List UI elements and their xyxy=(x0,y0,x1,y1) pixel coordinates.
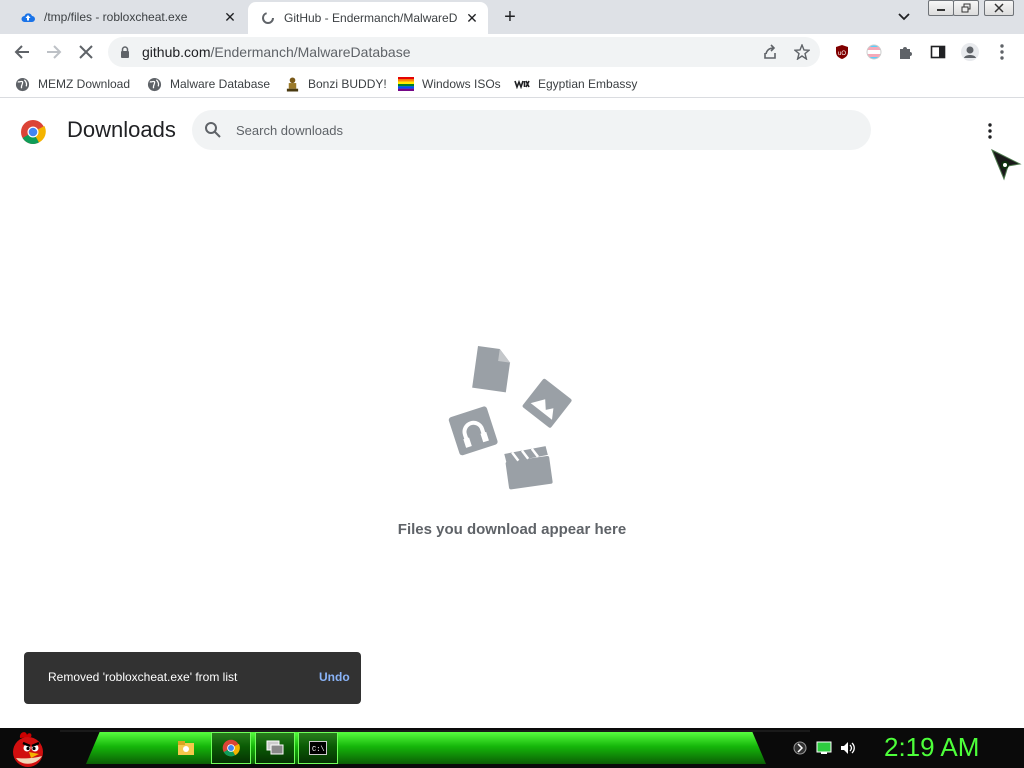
bookmark-label: Egyptian Embassy xyxy=(538,77,638,91)
more-actions-icon[interactable] xyxy=(978,119,1002,143)
document-icon xyxy=(472,346,510,393)
angry-bird-start-icon[interactable] xyxy=(6,728,46,768)
bookmarks-bar: MEMZ Download Malware Database Bonzi BUD… xyxy=(0,70,1024,98)
bookmark-label: Malware Database xyxy=(170,77,271,91)
bookmark-label: Windows ISOs xyxy=(422,77,501,91)
tab-strip: /tmp/files - robloxcheat.exe ✕ GitHub - … xyxy=(0,0,1024,34)
taskbar: C:\ 2:19 AM xyxy=(0,728,1024,768)
star-icon[interactable] xyxy=(792,42,812,62)
chrome-icon[interactable] xyxy=(211,732,251,764)
video-clapper-icon xyxy=(504,446,553,490)
close-icon[interactable]: ✕ xyxy=(462,8,482,28)
downloads-header: Downloads xyxy=(0,99,1024,163)
tray-app-icon[interactable] xyxy=(792,740,808,756)
minimize-icon[interactable] xyxy=(928,0,954,16)
image-icon xyxy=(522,378,572,428)
page-title: Downloads xyxy=(67,117,176,142)
audio-icon xyxy=(448,406,498,456)
bookmark-bonzi-buddy[interactable]: Bonzi BUDDY! xyxy=(284,74,387,94)
url-domain: github.com xyxy=(142,44,211,60)
bookmark-label: Bonzi BUDDY! xyxy=(308,77,387,91)
bookmark-label: MEMZ Download xyxy=(38,77,131,91)
forward-arrow-icon[interactable] xyxy=(42,40,66,64)
close-icon[interactable]: ✕ xyxy=(220,7,240,27)
empty-message: Files you download appear here xyxy=(397,521,627,538)
empty-downloads-illustration-icon xyxy=(448,346,572,490)
stop-loading-icon[interactable] xyxy=(74,40,98,64)
file-explorer-icon[interactable] xyxy=(166,732,206,764)
svg-text:C:\: C:\ xyxy=(312,746,325,754)
share-icon[interactable] xyxy=(760,42,780,62)
side-panel-icon[interactable] xyxy=(926,40,950,64)
wix-icon xyxy=(514,76,530,92)
tab-title: GitHub - Endermanch/MalwareD xyxy=(284,11,458,25)
pride-extension-icon[interactable] xyxy=(862,40,886,64)
url-path: /Endermanch/MalwareDatabase xyxy=(210,44,411,60)
back-arrow-icon[interactable] xyxy=(10,40,34,64)
chevron-down-icon[interactable] xyxy=(894,7,914,27)
command-prompt-icon[interactable]: C:\ xyxy=(298,732,338,764)
new-tab-button[interactable]: + xyxy=(498,5,522,29)
volume-icon[interactable] xyxy=(840,740,856,756)
undo-button[interactable]: Undo xyxy=(319,670,350,684)
clock[interactable]: 2:19 AM xyxy=(884,732,979,763)
globe-icon xyxy=(14,76,30,92)
svg-text:uO: uO xyxy=(838,51,846,57)
bookmark-windows-isos[interactable]: Windows ISOs xyxy=(398,74,501,94)
chrome-logo-icon xyxy=(21,120,46,145)
profile-avatar[interactable] xyxy=(958,40,982,64)
toast-notification: Removed 'robloxcheat.exe' from list Undo xyxy=(24,652,361,704)
ublock-icon[interactable]: uO xyxy=(830,40,854,64)
close-icon[interactable] xyxy=(984,0,1014,16)
toast-message: Removed 'robloxcheat.exe' from list xyxy=(48,670,238,684)
tab-github[interactable]: GitHub - Endermanch/MalwareD ✕ xyxy=(248,2,488,34)
lock-icon xyxy=(121,46,129,58)
tab-tmp-files[interactable]: /tmp/files - robloxcheat.exe ✕ xyxy=(8,0,246,34)
search-icon xyxy=(205,122,221,138)
bonzi-icon xyxy=(284,76,300,92)
search-input[interactable] xyxy=(236,121,836,139)
remote-desktop-icon[interactable] xyxy=(255,732,295,764)
browser-toolbar: github.com/Endermanch/MalwareDatabase uO xyxy=(0,34,1024,70)
restore-icon[interactable] xyxy=(953,0,979,16)
puzzle-icon[interactable] xyxy=(894,40,918,64)
address-bar[interactable]: github.com/Endermanch/MalwareDatabase xyxy=(108,37,820,67)
search-box[interactable] xyxy=(192,110,871,150)
bookmark-memz-download[interactable]: MEMZ Download xyxy=(14,74,130,94)
kebab-menu-icon[interactable] xyxy=(990,40,1014,64)
rainbow-flag-icon xyxy=(398,76,414,92)
bookmark-egyptian-embassy[interactable]: Egyptian Embassy xyxy=(514,74,637,94)
mouse-cursor-icon xyxy=(991,148,1022,181)
address-url: github.com/Endermanch/MalwareDatabase xyxy=(142,44,410,60)
network-icon[interactable] xyxy=(816,740,832,756)
globe-icon xyxy=(146,76,162,92)
cloud-upload-icon xyxy=(20,9,36,25)
bookmark-malware-database[interactable]: Malware Database xyxy=(146,74,270,94)
tab-title: /tmp/files - robloxcheat.exe xyxy=(44,10,188,24)
loading-spinner-icon xyxy=(260,10,276,26)
